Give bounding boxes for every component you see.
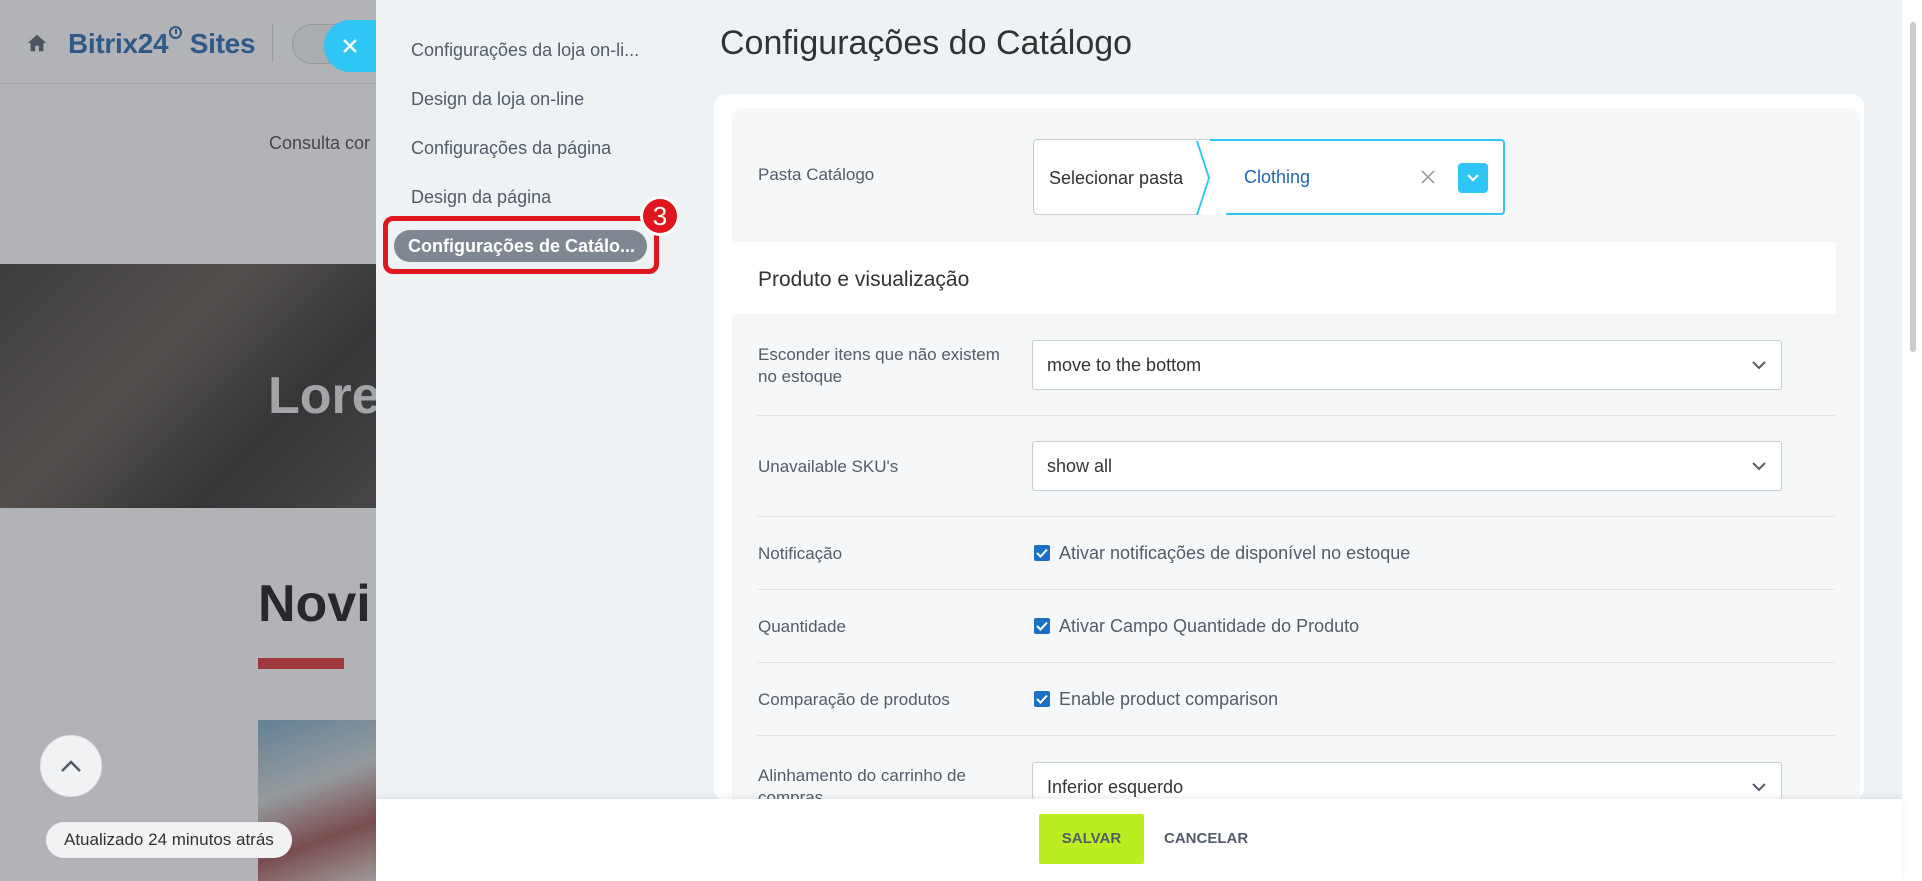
clear-icon[interactable] — [1420, 165, 1436, 191]
page-title: Configurações do Catálogo — [720, 24, 1133, 62]
chevron-down-icon — [1467, 174, 1479, 182]
save-button[interactable]: SALVAR — [1039, 814, 1144, 864]
checkbox-checked-icon — [1036, 694, 1048, 704]
menu-item-store-settings[interactable]: Configurações da loja on-li... — [411, 40, 639, 61]
row-divider — [757, 589, 1835, 590]
cart-alignment-select[interactable]: Inferior esquerdo — [1032, 762, 1782, 799]
step-badge: 3 — [640, 196, 680, 236]
comparison-label: Comparação de produtos — [758, 690, 950, 709]
cart-alignment-label: Alinhamento do carrinho de compras — [758, 766, 966, 799]
menu-item-catalog-settings[interactable]: Configurações de Catálo... — [394, 230, 647, 262]
row-divider — [757, 415, 1835, 416]
notification-checkbox-label[interactable]: Ativar notificações de disponível no est… — [1059, 543, 1410, 564]
unavailable-sku-label: Unavailable SKU's — [758, 457, 899, 476]
panel-scrollbar[interactable] — [1902, 0, 1922, 881]
menu-item-page-settings[interactable]: Configurações da página — [411, 138, 611, 159]
comparison-checkbox-label[interactable]: Enable product comparison — [1059, 689, 1278, 710]
section-header: Produto e visualização — [732, 242, 1836, 314]
checkbox-checked-icon — [1036, 621, 1048, 631]
folder-dropdown-button[interactable] — [1458, 163, 1488, 193]
unavailable-sku-value: show all — [1047, 456, 1113, 476]
chevron-down-icon — [1752, 361, 1766, 370]
hide-items-select[interactable]: move to the bottom — [1032, 340, 1782, 390]
folder-value-box[interactable]: Clothing — [1210, 139, 1505, 215]
chevron-down-icon — [1752, 783, 1766, 792]
row-divider — [757, 516, 1835, 517]
menu-item-page-design[interactable]: Design da página — [411, 187, 551, 208]
close-panel-button[interactable] — [324, 20, 380, 72]
notification-checkbox[interactable] — [1034, 545, 1050, 561]
chevron-up-icon — [61, 760, 81, 772]
row-divider — [757, 662, 1835, 663]
menu-item-store-design[interactable]: Design da loja on-line — [411, 89, 584, 110]
folder-label: Pasta Catálogo — [758, 165, 875, 184]
row-divider — [757, 735, 1835, 736]
hide-items-value: move to the bottom — [1047, 355, 1202, 375]
notification-label: Notificação — [758, 544, 843, 563]
comparison-checkbox[interactable] — [1034, 691, 1050, 707]
close-icon — [343, 39, 357, 53]
side-menu: Configurações da loja on-li... Design da… — [376, 0, 680, 800]
cancel-button[interactable]: CANCELAR — [1164, 814, 1248, 864]
chevron-down-icon — [1752, 462, 1766, 471]
select-folder-button[interactable]: Selecionar pasta — [1049, 168, 1183, 189]
quantity-checkbox[interactable] — [1034, 618, 1050, 634]
folder-selector: Selecionar pasta Clothing — [1033, 139, 1505, 215]
scrollbar-thumb[interactable] — [1910, 22, 1916, 352]
updated-status: Atualizado 24 minutos atrás — [46, 822, 292, 858]
quantity-label: Quantidade — [758, 617, 846, 636]
folder-value: Clothing — [1244, 167, 1311, 187]
section-title: Produto e visualização — [758, 268, 970, 291]
quantity-checkbox-label[interactable]: Ativar Campo Quantidade do Produto — [1059, 616, 1359, 637]
scroll-to-top-button[interactable] — [40, 735, 102, 797]
unavailable-sku-select[interactable]: show all — [1032, 441, 1782, 491]
cart-alignment-value: Inferior esquerdo — [1047, 777, 1184, 797]
hide-items-label: Esconder itens que não existem no estoqu… — [758, 345, 1000, 386]
checkbox-checked-icon — [1036, 548, 1048, 558]
